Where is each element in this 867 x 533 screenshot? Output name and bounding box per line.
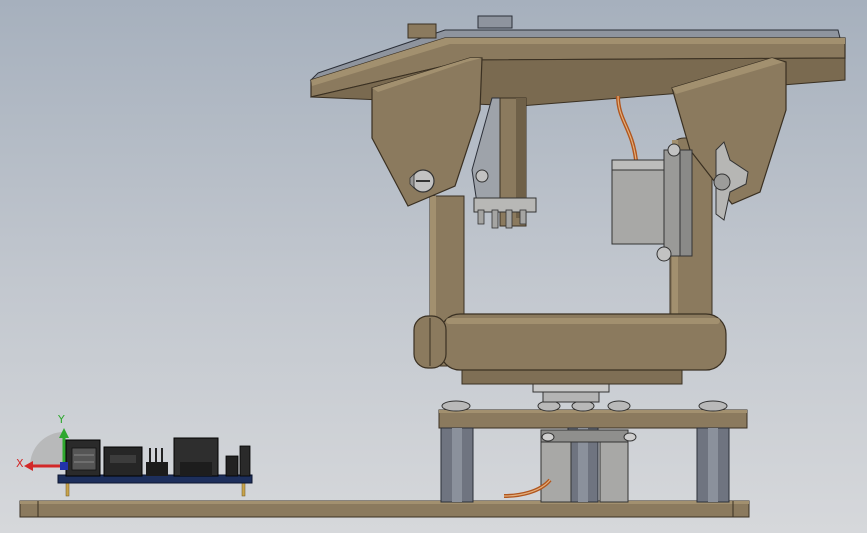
top-tilt-platform[interactable] xyxy=(309,15,846,207)
x-axis-label: X xyxy=(16,457,24,470)
lower-platform[interactable] xyxy=(438,400,748,503)
cad-viewport[interactable]: X Y xyxy=(0,0,867,533)
y-axis-label: Y xyxy=(58,413,65,426)
base-servo[interactable] xyxy=(503,429,637,503)
controller-board[interactable] xyxy=(57,437,253,497)
tilt-link-bracket[interactable] xyxy=(471,97,537,229)
base-plate[interactable] xyxy=(19,500,750,518)
cad-model-view[interactable] xyxy=(0,0,867,533)
axis-triad xyxy=(24,428,69,471)
rotation-bearing[interactable] xyxy=(461,367,683,403)
z-axis-marker xyxy=(60,462,68,470)
